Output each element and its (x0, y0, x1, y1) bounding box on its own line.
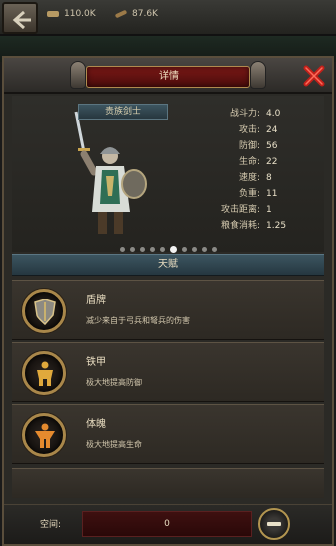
talent-desc: 减少来自于弓兵和弩兵的伤害 (86, 316, 190, 325)
stat-value: 8 (266, 173, 272, 183)
page-dot[interactable] (140, 247, 145, 252)
talent-name: 铁甲 (86, 357, 106, 368)
stat-row: 速度: 8 (200, 170, 324, 186)
stat-label: 战斗力: (229, 109, 260, 119)
wood-icon (114, 9, 128, 19)
hero-name: 贵族剑士 (104, 107, 141, 117)
stat-label: 负重: (238, 189, 260, 199)
page-indicator[interactable] (120, 239, 222, 253)
talent-item[interactable]: 体魄 极大地提高生命 (12, 404, 324, 464)
header-ornament-left (70, 61, 86, 89)
stat-label: 生命: (238, 157, 260, 167)
armor-icon (22, 351, 66, 395)
stat-value: 56 (266, 141, 278, 151)
talent-list: 盾牌 减少来自于弓兵和弩兵的伤害 铁甲 极大地提高防御 体魄 极大地提高生命 (12, 280, 324, 466)
stat-value: 24 (266, 125, 278, 135)
talent-header-label: 天赋 (158, 259, 178, 270)
talent-item[interactable]: 盾牌 减少来自于弓兵和弩兵的伤害 (12, 280, 324, 340)
header-ornament-right (250, 61, 266, 89)
back-arrow-icon (12, 10, 31, 30)
bottom-bar: 空间: 0 (4, 504, 332, 544)
back-button[interactable] (2, 2, 38, 34)
page-dot[interactable] (120, 247, 125, 252)
stat-value: 1 (266, 205, 272, 215)
panel-header: 详情 (4, 58, 332, 94)
stat-value: 22 (266, 157, 278, 167)
food-amount: 110.0K (64, 9, 96, 19)
talent-item[interactable]: 铁甲 极大地提高防御 (12, 342, 324, 402)
page-dot-active[interactable] (170, 246, 177, 253)
page-dot[interactable] (212, 247, 217, 252)
talent-name: 体魄 (86, 419, 106, 430)
stat-label: 粮食消耗: (220, 221, 260, 231)
page-dot[interactable] (130, 247, 135, 252)
page-dot[interactable] (182, 247, 187, 252)
stat-row: 负重: 11 (200, 186, 324, 202)
body-icon (22, 413, 66, 457)
stat-row: 粮食消耗: 1.25 (200, 218, 324, 234)
wood-amount: 87.6K (132, 9, 158, 19)
stat-value: 4.0 (266, 109, 281, 119)
title-plate: 详情 (86, 66, 250, 88)
stat-row: 生命: 22 (200, 154, 324, 170)
resource-bar: 110.0K 87.6K (0, 0, 336, 36)
talent-name: 盾牌 (86, 295, 106, 306)
talent-desc: 极大地提高生命 (86, 440, 142, 449)
food-icon (46, 9, 60, 19)
empty-talent-slot (12, 468, 324, 498)
stat-row: 战斗力: 4.0 (200, 106, 324, 122)
talent-desc: 极大地提高防御 (86, 378, 142, 387)
food-resource: 110.0K (46, 6, 96, 22)
close-icon (303, 65, 325, 87)
stat-row: 攻击: 24 (200, 122, 324, 138)
page-dot[interactable] (160, 247, 165, 252)
minus-button[interactable] (258, 508, 290, 540)
stat-label: 攻击距离: (220, 205, 260, 215)
space-label: 空间: (40, 520, 62, 530)
detail-panel: 详情 贵族剑士 战斗力: 4.0 攻击: 24 防御: 56 生命: 22 速度… (2, 56, 334, 546)
wood-resource: 87.6K (114, 6, 158, 22)
swordsman-portrait (74, 111, 147, 234)
stat-value: 1.25 (266, 221, 287, 231)
stat-label: 速度: (238, 173, 260, 183)
stat-label: 攻击: (238, 125, 260, 135)
space-value: 0 (164, 519, 170, 529)
page-dot[interactable] (192, 247, 197, 252)
close-button[interactable] (302, 64, 326, 88)
stat-row: 防御: 56 (200, 138, 324, 154)
panel-title: 详情 (159, 71, 179, 82)
stat-value: 11 (266, 189, 278, 199)
shield-icon (22, 289, 66, 333)
stat-row: 攻击距离: 1 (200, 202, 324, 218)
stat-label: 防御: (238, 141, 260, 151)
hero-stats: 战斗力: 4.0 攻击: 24 防御: 56 生命: 22 速度: 8 负重: 11 攻击距… (200, 106, 324, 234)
hero-showcase: 贵族剑士 战斗力: 4.0 攻击: 24 防御: 56 生命: 22 速度: 8 负重: 1… (12, 96, 324, 253)
space-field[interactable]: 0 (82, 511, 252, 537)
page-dot[interactable] (202, 247, 207, 252)
hero-name-tag: 贵族剑士 (78, 104, 168, 120)
talent-header: 天赋 (12, 254, 324, 276)
page-dot[interactable] (150, 247, 155, 252)
